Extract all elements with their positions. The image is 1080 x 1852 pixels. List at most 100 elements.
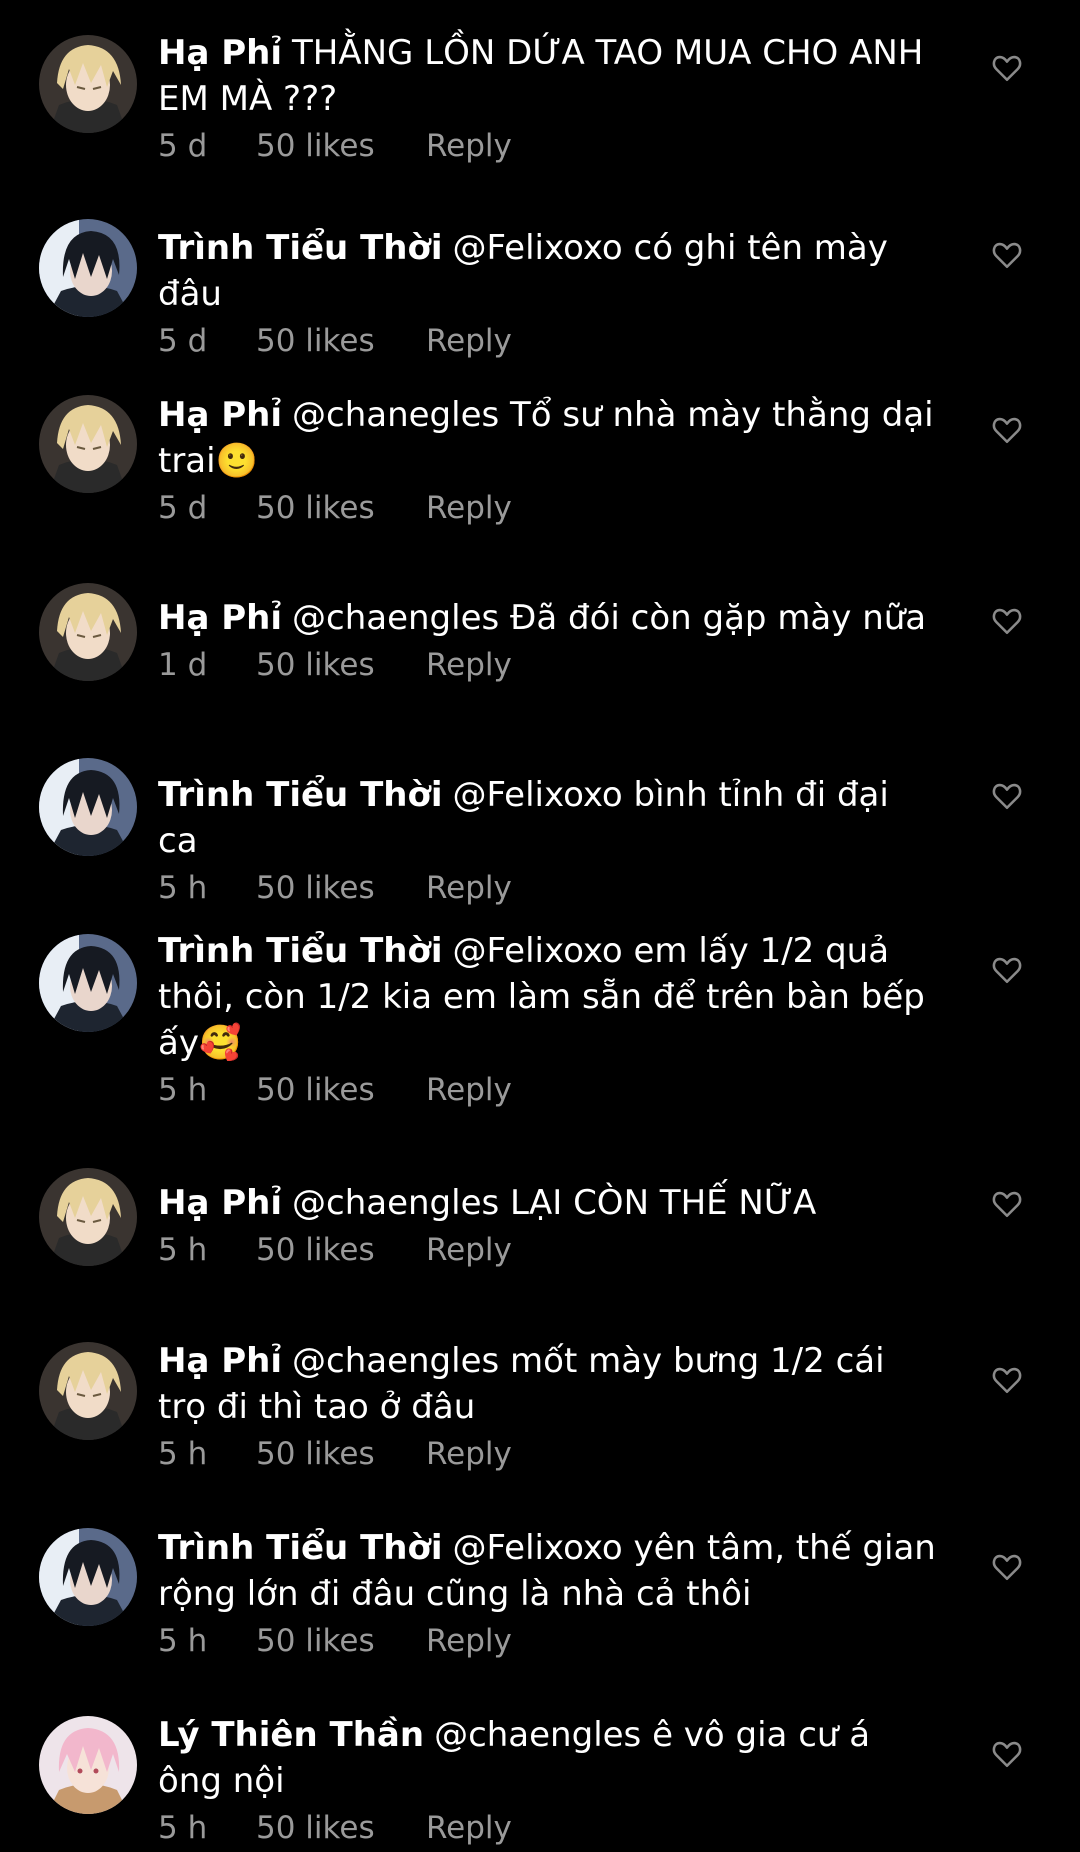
avatar[interactable]: [39, 1342, 137, 1440]
comment-meta: 5 h 50 likes Reply: [158, 1070, 938, 1110]
comment-body: Hạ Phỉ @chaengles LẠI CÒN THẾ NỮA 5 h 50 l…: [158, 1180, 938, 1270]
blonde-avatar-image: [39, 395, 137, 493]
likes-count[interactable]: 50 likes: [256, 1434, 426, 1474]
timestamp: 5 h: [158, 1810, 208, 1846]
comment-body: Hạ Phỉ @chanegles Tổ sư nhà mày thằng dại…: [158, 392, 938, 528]
avatar[interactable]: [39, 1168, 137, 1266]
heart-icon[interactable]: [990, 778, 1024, 812]
comment-meta: 5 h 50 likes Reply: [158, 1621, 938, 1661]
blonde-avatar-image: [39, 1342, 137, 1440]
username[interactable]: Trình Tiểu Thời: [158, 1528, 442, 1568]
timestamp: 5 d: [158, 128, 208, 164]
dark-hair-avatar-image: [39, 219, 137, 317]
comment-meta: 5 h 50 likes Reply: [158, 1808, 938, 1848]
username[interactable]: Hạ Phỉ: [158, 33, 282, 73]
comment-text-line: Lý Thiên Thần @chaengles ê vô gia cư á ôn…: [158, 1712, 938, 1804]
avatar[interactable]: [39, 758, 137, 856]
reply-button[interactable]: Reply: [426, 1808, 512, 1848]
comment-meta: 5 h 50 likes Reply: [158, 1434, 938, 1474]
timestamp: 5 h: [158, 1072, 208, 1108]
comment-body: Hạ Phỉ THẰNG LỒN DỨA TAO MUA CHO ANH EM M…: [158, 30, 938, 166]
avatar[interactable]: [39, 1716, 137, 1814]
username[interactable]: Hạ Phỉ: [158, 1341, 282, 1381]
timestamp: 5 h: [158, 870, 208, 906]
comment-meta: 5 d 50 likes Reply: [158, 488, 938, 528]
timestamp: 1 d: [158, 647, 208, 683]
username[interactable]: Trình Tiểu Thời: [158, 228, 442, 268]
reply-button[interactable]: Reply: [426, 1434, 512, 1474]
username[interactable]: Hạ Phỉ: [158, 598, 282, 638]
comment-body: Trình Tiểu Thời @Felixoxo yên tâm, thế gi…: [158, 1525, 938, 1661]
avatar[interactable]: [39, 219, 137, 317]
blonde-avatar-image: [39, 35, 137, 133]
timestamp: 5 d: [158, 323, 208, 359]
likes-count[interactable]: 50 likes: [256, 321, 426, 361]
comment-body: Trình Tiểu Thời @Felixoxo có ghi tên mày …: [158, 225, 938, 361]
blonde-avatar-image: [39, 1168, 137, 1266]
reply-button[interactable]: Reply: [426, 488, 512, 528]
avatar[interactable]: [39, 35, 137, 133]
comment-text-line: Trình Tiểu Thời @Felixoxo bình tỉnh đi đạ…: [158, 772, 938, 864]
comment-meta: 5 d 50 likes Reply: [158, 126, 938, 166]
likes-count[interactable]: 50 likes: [256, 126, 426, 166]
comment-text-line: Hạ Phỉ @chaengles mốt mày bưng 1/2 cái tr…: [158, 1338, 938, 1430]
comment-body: Trình Tiểu Thời @Felixoxo em lấy 1/2 quả …: [158, 928, 938, 1110]
dark-hair-avatar-image: [39, 1528, 137, 1626]
avatar[interactable]: [39, 1528, 137, 1626]
heart-icon[interactable]: [990, 412, 1024, 446]
comment-text-line: Trình Tiểu Thời @Felixoxo có ghi tên mày …: [158, 225, 938, 317]
timestamp: 5 d: [158, 490, 208, 526]
likes-count[interactable]: 50 likes: [256, 645, 426, 685]
comment-text-line: Hạ Phỉ THẰNG LỒN DỨA TAO MUA CHO ANH EM M…: [158, 30, 938, 122]
comment-meta: 5 h 50 likes Reply: [158, 1230, 938, 1270]
comment-text: @chaengles Đã đói còn gặp mày nữa: [292, 598, 927, 638]
pink-hair-avatar-image: [39, 1716, 137, 1814]
username[interactable]: Trình Tiểu Thời: [158, 931, 442, 971]
likes-count[interactable]: 50 likes: [256, 488, 426, 528]
heart-icon[interactable]: [990, 50, 1024, 84]
avatar[interactable]: [39, 934, 137, 1032]
comment-meta: 5 h 50 likes Reply: [158, 868, 938, 908]
heart-icon[interactable]: [990, 1186, 1024, 1220]
comment-body: Trình Tiểu Thời @Felixoxo bình tỉnh đi đạ…: [158, 772, 938, 908]
comment-text-line: Trình Tiểu Thời @Felixoxo yên tâm, thế gi…: [158, 1525, 938, 1617]
comment-meta: 1 d 50 likes Reply: [158, 645, 938, 685]
comment-text-line: Hạ Phỉ @chanegles Tổ sư nhà mày thằng dại…: [158, 392, 938, 484]
timestamp: 5 h: [158, 1623, 208, 1659]
comment-text-line: Hạ Phỉ @chaengles LẠI CÒN THẾ NỮA: [158, 1180, 938, 1226]
reply-button[interactable]: Reply: [426, 126, 512, 166]
username[interactable]: Lý Thiên Thần: [158, 1715, 424, 1755]
comment-body: Hạ Phỉ @chaengles Đã đói còn gặp mày nữa …: [158, 595, 938, 685]
heart-icon[interactable]: [990, 952, 1024, 986]
comment-meta: 5 d 50 likes Reply: [158, 321, 938, 361]
reply-button[interactable]: Reply: [426, 868, 512, 908]
reply-button[interactable]: Reply: [426, 1070, 512, 1110]
avatar[interactable]: [39, 395, 137, 493]
comment-text-line: Hạ Phỉ @chaengles Đã đói còn gặp mày nữa: [158, 595, 938, 641]
likes-count[interactable]: 50 likes: [256, 1070, 426, 1110]
reply-button[interactable]: Reply: [426, 1621, 512, 1661]
username[interactable]: Hạ Phỉ: [158, 1183, 282, 1223]
reply-button[interactable]: Reply: [426, 321, 512, 361]
comment-body: Lý Thiên Thần @chaengles ê vô gia cư á ôn…: [158, 1712, 938, 1848]
reply-button[interactable]: Reply: [426, 645, 512, 685]
likes-count[interactable]: 50 likes: [256, 868, 426, 908]
heart-icon[interactable]: [990, 1362, 1024, 1396]
username[interactable]: Trình Tiểu Thời: [158, 775, 442, 815]
avatar[interactable]: [39, 583, 137, 681]
likes-count[interactable]: 50 likes: [256, 1230, 426, 1270]
comment-text-line: Trình Tiểu Thời @Felixoxo em lấy 1/2 quả …: [158, 928, 938, 1066]
timestamp: 5 h: [158, 1436, 208, 1472]
blonde-avatar-image: [39, 583, 137, 681]
heart-icon[interactable]: [990, 1736, 1024, 1770]
comment-body: Hạ Phỉ @chaengles mốt mày bưng 1/2 cái tr…: [158, 1338, 938, 1474]
likes-count[interactable]: 50 likes: [256, 1621, 426, 1661]
heart-icon[interactable]: [990, 603, 1024, 637]
likes-count[interactable]: 50 likes: [256, 1808, 426, 1848]
username[interactable]: Hạ Phỉ: [158, 395, 282, 435]
dark-hair-avatar-image: [39, 758, 137, 856]
heart-icon[interactable]: [990, 237, 1024, 271]
reply-button[interactable]: Reply: [426, 1230, 512, 1270]
comment-text: @chaengles LẠI CÒN THẾ NỮA: [292, 1183, 817, 1223]
heart-icon[interactable]: [990, 1549, 1024, 1583]
